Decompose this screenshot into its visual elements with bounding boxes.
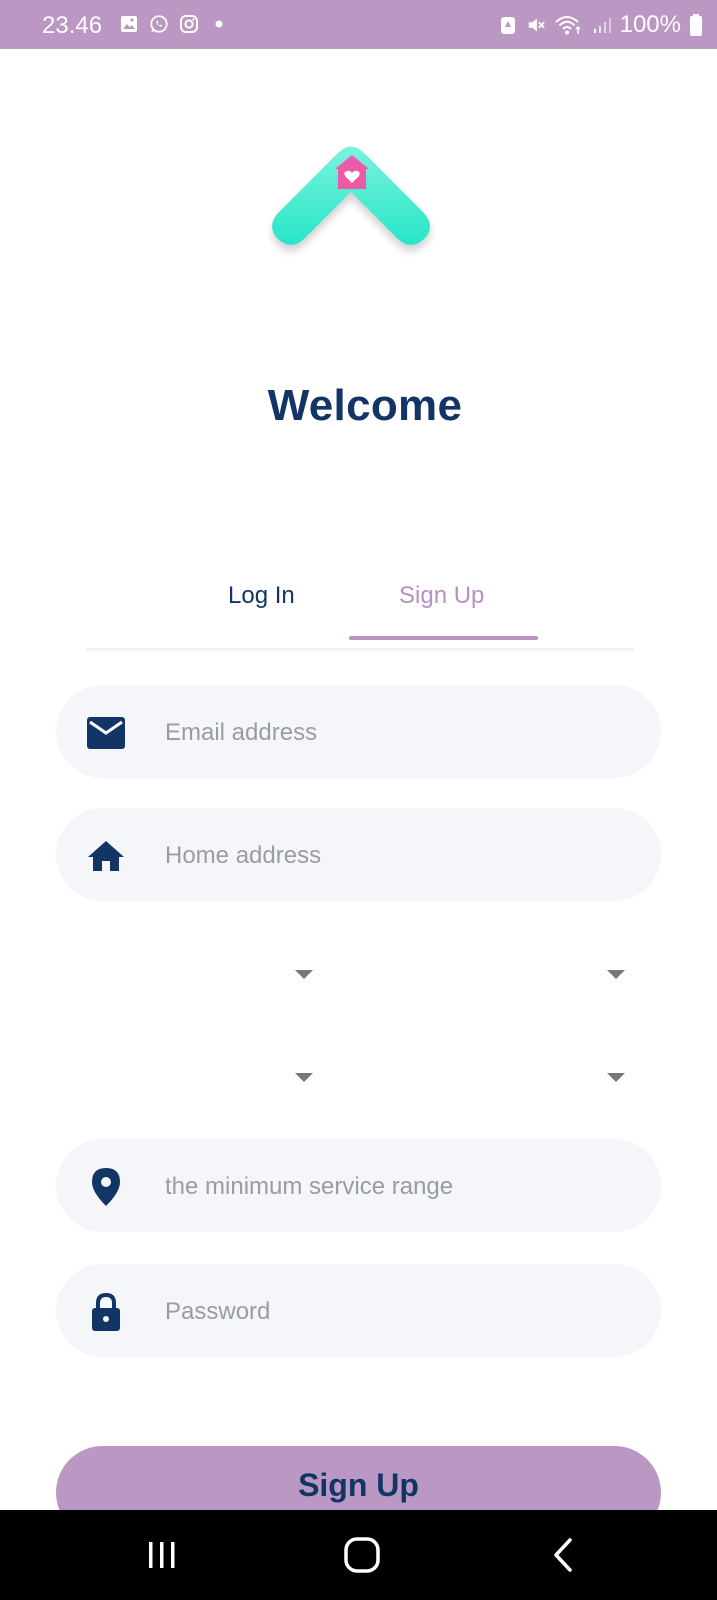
password-field[interactable] bbox=[56, 1264, 661, 1359]
mute-icon bbox=[526, 15, 546, 35]
dropdown-1-chevron-down-icon[interactable] bbox=[289, 965, 319, 985]
battery-percent: 100% bbox=[619, 11, 681, 38]
battery-saver-icon bbox=[498, 15, 518, 35]
tab-sign-up[interactable]: Sign Up bbox=[399, 582, 484, 610]
welcome-title: Welcome bbox=[267, 381, 463, 430]
home-icon bbox=[86, 836, 126, 876]
dot-icon bbox=[209, 14, 229, 34]
dropdown-2-chevron-down-icon[interactable] bbox=[601, 965, 631, 985]
active-tab-indicator bbox=[349, 636, 538, 640]
recent-apps-icon[interactable] bbox=[137, 1532, 187, 1578]
home-button-icon[interactable] bbox=[337, 1532, 387, 1578]
dropdown-4-chevron-down-icon[interactable] bbox=[601, 1068, 631, 1088]
mail-icon bbox=[86, 713, 126, 753]
wifi-icon bbox=[554, 15, 584, 35]
service-range-field[interactable] bbox=[56, 1139, 661, 1234]
status-bar: 23.46 100% bbox=[0, 0, 717, 49]
home-address-input[interactable] bbox=[163, 808, 637, 903]
back-icon[interactable] bbox=[538, 1532, 588, 1578]
status-time: 23.46 bbox=[42, 12, 103, 39]
whatsapp-icon bbox=[149, 14, 169, 34]
service-range-input[interactable] bbox=[163, 1139, 637, 1234]
tabs-divider bbox=[86, 648, 634, 650]
gallery-icon bbox=[119, 14, 139, 34]
signal-icon bbox=[592, 15, 612, 35]
app-logo bbox=[268, 135, 444, 265]
instagram-icon bbox=[179, 14, 199, 34]
tab-log-in[interactable]: Log In bbox=[228, 582, 295, 610]
email-input[interactable] bbox=[163, 685, 637, 780]
password-input[interactable] bbox=[163, 1264, 637, 1359]
battery-icon bbox=[689, 14, 703, 36]
dropdown-3-chevron-down-icon[interactable] bbox=[289, 1068, 319, 1088]
email-field[interactable] bbox=[56, 685, 661, 780]
home-address-field[interactable] bbox=[56, 808, 661, 903]
auth-tabs: Log In Sign Up bbox=[170, 570, 540, 640]
system-nav-bar bbox=[0, 1510, 717, 1600]
lock-icon bbox=[86, 1292, 126, 1332]
location-pin-icon bbox=[86, 1167, 126, 1207]
